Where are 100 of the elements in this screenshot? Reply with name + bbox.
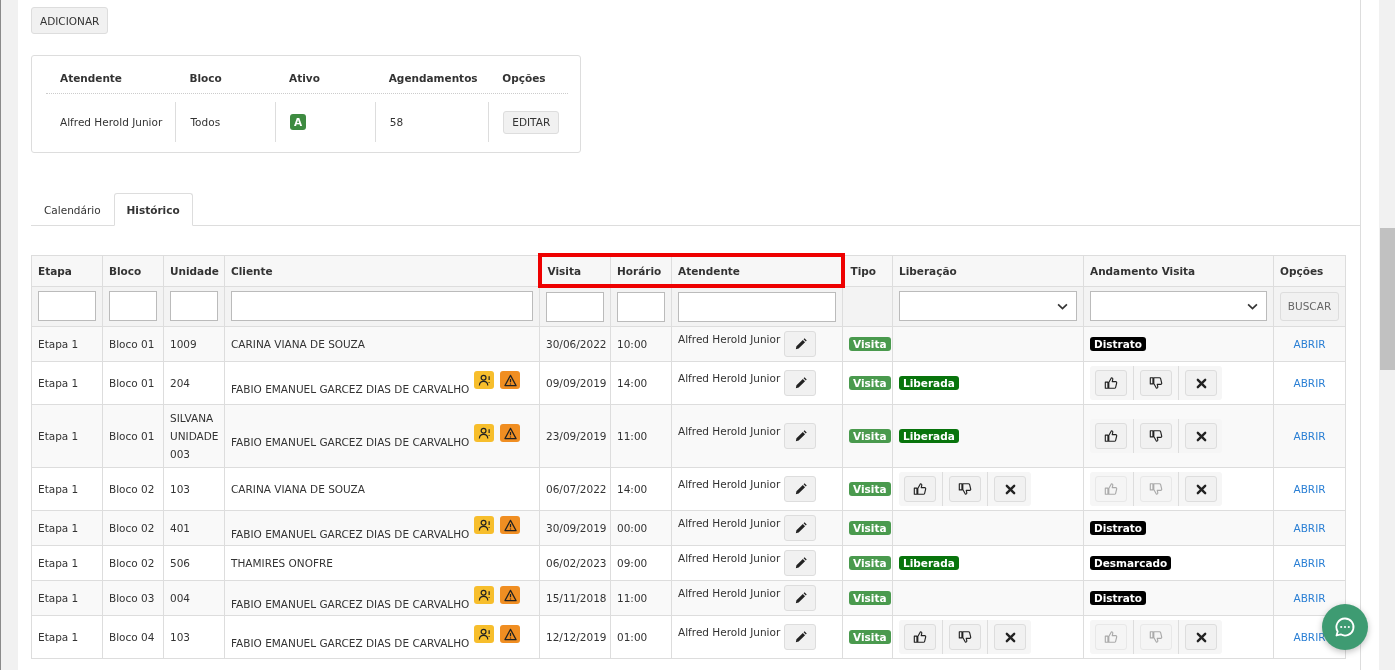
status-badge: Distrato (1090, 521, 1147, 535)
status-badge: Distrato (1090, 337, 1147, 351)
block-value: Todos (190, 116, 221, 128)
thumbs-down-icon (1149, 376, 1163, 390)
unit-cell-text: 1009 (170, 337, 198, 352)
person-alert-icon[interactable] (474, 516, 495, 534)
type-badge: Visita (849, 591, 891, 605)
filter-input[interactable] (231, 291, 533, 322)
thumbs-down-button[interactable] (949, 624, 981, 650)
thumbs-up-button[interactable] (1095, 423, 1127, 449)
visit-date-cell: 06/02/2023 (546, 557, 607, 569)
thumbs-up-button[interactable] (904, 476, 936, 502)
thumbs-up-icon (1104, 376, 1118, 390)
attendant-cell-text: Alfred Herold Junior (678, 625, 781, 638)
client-name: CARINA VIANA DE SOUZA (231, 338, 365, 350)
open-link[interactable]: ABRIR (1293, 338, 1326, 350)
column-header: Horário (610, 255, 672, 286)
filter-input[interactable] (678, 292, 836, 322)
person-alert-icon[interactable] (474, 424, 495, 442)
block-cell: Bloco 03 (109, 592, 155, 604)
filter-input[interactable] (546, 292, 604, 322)
add-button[interactable]: ADICIONAR (31, 7, 109, 34)
open-link[interactable]: ABRIR (1293, 522, 1326, 534)
stage-cell: Etapa 1 (38, 631, 79, 643)
filter-input[interactable] (38, 291, 96, 322)
visit-date-cell: 06/07/2022 (546, 483, 607, 495)
chat-icon (1333, 615, 1357, 639)
open-link[interactable]: ABRIR (1293, 430, 1326, 442)
warning-icon[interactable] (500, 371, 521, 389)
active-badge: A (290, 114, 307, 130)
status-badge: Liberada (899, 429, 959, 443)
tab[interactable]: Histórico (113, 193, 193, 226)
open-link[interactable]: ABRIR (1293, 631, 1326, 643)
column-header: Opções (1273, 255, 1346, 286)
filter-input[interactable] (170, 291, 218, 322)
column-header: Unidade (163, 255, 225, 286)
stage-cell: Etapa 1 (38, 430, 79, 442)
person-alert-icon[interactable] (474, 625, 495, 643)
open-link[interactable]: ABRIR (1293, 557, 1326, 569)
unit-cell-text: 103 (170, 482, 192, 497)
thumbs-down-button[interactable] (949, 476, 981, 502)
column-header: Liberação (892, 255, 1084, 286)
pencil-icon (793, 591, 807, 605)
chevron-down-icon (1057, 302, 1068, 310)
open-link[interactable]: ABRIR (1293, 592, 1326, 604)
open-link[interactable]: ABRIR (1293, 377, 1326, 389)
open-link[interactable]: ABRIR (1293, 483, 1326, 495)
thumbs-up-button[interactable] (904, 624, 936, 650)
time-cell: 00:00 (617, 522, 648, 534)
edit-button[interactable] (784, 476, 817, 502)
search-button[interactable]: BUSCAR (1280, 291, 1339, 321)
chevron-down-icon (1247, 302, 1258, 310)
edit-button[interactable] (784, 585, 817, 611)
stage-cell: Etapa 1 (38, 557, 79, 569)
warning-icon[interactable] (500, 424, 521, 442)
stage-cell: Etapa 1 (38, 483, 79, 495)
status-badge: Distrato (1090, 591, 1147, 605)
tab[interactable]: Calendário (31, 193, 114, 226)
visit-date-cell: 23/09/2019 (546, 430, 607, 442)
warning-icon[interactable] (500, 586, 521, 604)
unit-cell-text: 401 (170, 521, 192, 536)
visit-date-cell: 30/09/2019 (546, 522, 607, 534)
edit-button[interactable] (784, 423, 817, 449)
thumbs-down-button[interactable] (1140, 370, 1172, 396)
block-cell: Bloco 01 (109, 338, 155, 350)
scrollbar-thumb[interactable] (1380, 228, 1395, 370)
visit-date-cell: 15/11/2018 (546, 592, 607, 604)
client-name: CARINA VIANA DE SOUZA (231, 483, 365, 495)
edit-button[interactable]: EDITAR (503, 110, 560, 134)
filter-input[interactable] (109, 291, 157, 322)
thumbs-up-button[interactable] (1095, 370, 1127, 396)
attendant-cell-text: Alfred Herold Junior (678, 477, 781, 490)
edit-button[interactable] (784, 370, 817, 396)
cancel-button[interactable] (1185, 423, 1217, 449)
warning-icon[interactable] (500, 625, 521, 643)
type-badge: Visita (849, 429, 891, 443)
person-alert-icon[interactable] (474, 371, 495, 389)
person-alert-icon[interactable] (474, 586, 495, 604)
filter-input[interactable] (617, 292, 665, 322)
cancel-button[interactable] (994, 476, 1026, 502)
client-name: FABIO EMANUEL GARCEZ DIAS DE CARVALHO (231, 436, 470, 448)
time-cell: 11:00 (617, 592, 648, 604)
unit-cell-text: SILVANA UNIDADE 003 (170, 411, 218, 462)
cancel-button[interactable] (994, 624, 1026, 650)
warning-icon[interactable] (500, 516, 521, 534)
edit-button[interactable] (784, 624, 817, 650)
edit-button[interactable] (784, 550, 817, 576)
edit-button[interactable] (784, 331, 817, 357)
thumbs-down-button[interactable] (1140, 423, 1172, 449)
block-cell: Bloco 01 (109, 430, 155, 442)
block-cell: Bloco 02 (109, 557, 155, 569)
cancel-button[interactable] (1185, 370, 1217, 396)
type-badge: Visita (849, 337, 891, 351)
status-badge: Desmarcado (1090, 556, 1172, 570)
scrollbar[interactable] (1379, 0, 1395, 670)
status-badge: Liberada (899, 376, 959, 390)
client-name: FABIO EMANUEL GARCEZ DIAS DE CARVALHO (231, 637, 470, 649)
column-header: Bloco (102, 255, 164, 286)
edit-button[interactable] (784, 515, 817, 541)
thumbs-down-icon (958, 630, 972, 644)
